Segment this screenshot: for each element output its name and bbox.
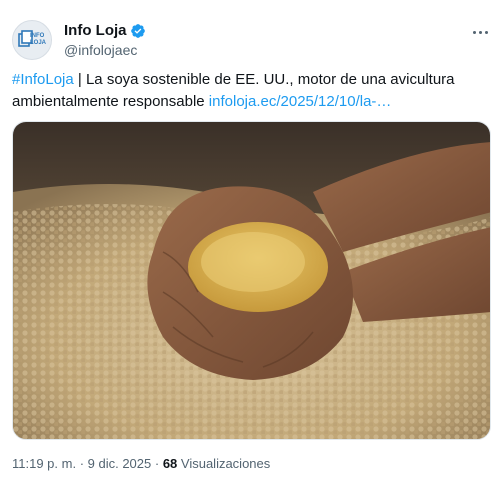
tweet-media[interactable]	[12, 121, 491, 440]
hashtag-link[interactable]: #InfoLoja	[12, 71, 74, 88]
article-link[interactable]: infoloja.ec/2025/12/10/la-…	[209, 93, 392, 110]
tweet-header: INFO LOJA Info Loja @infolojaec	[12, 20, 492, 60]
photo-cupped-hands-soybean-meal	[13, 122, 490, 439]
handle[interactable]: @infolojaec	[64, 42, 146, 58]
views-count: 68	[162, 456, 178, 471]
avatar[interactable]: INFO LOJA	[12, 20, 52, 60]
tweet-meta: 11:19 p. m. · 9 dic. 2025 · 68 Visualiza…	[12, 456, 271, 471]
display-name[interactable]: Info Loja	[64, 22, 127, 39]
verified-badge-icon[interactable]	[130, 23, 146, 39]
tweet-text: #InfoLoja | La soya sostenible de EE. UU…	[12, 69, 492, 113]
author-names: Info Loja @infolojaec	[64, 21, 146, 58]
post-date[interactable]: 9 dic. 2025	[88, 456, 152, 471]
separator: |	[73, 71, 86, 88]
ellipsis-icon[interactable]	[468, 22, 492, 42]
post-time[interactable]: 11:19 p. m.	[12, 456, 76, 471]
views-label: Visualizaciones	[177, 456, 271, 471]
tweet[interactable]: INFO LOJA Info Loja @infolojaec #InfoLoj…	[0, 0, 504, 486]
avatar-logo-text: INFO LOJA	[30, 33, 47, 46]
